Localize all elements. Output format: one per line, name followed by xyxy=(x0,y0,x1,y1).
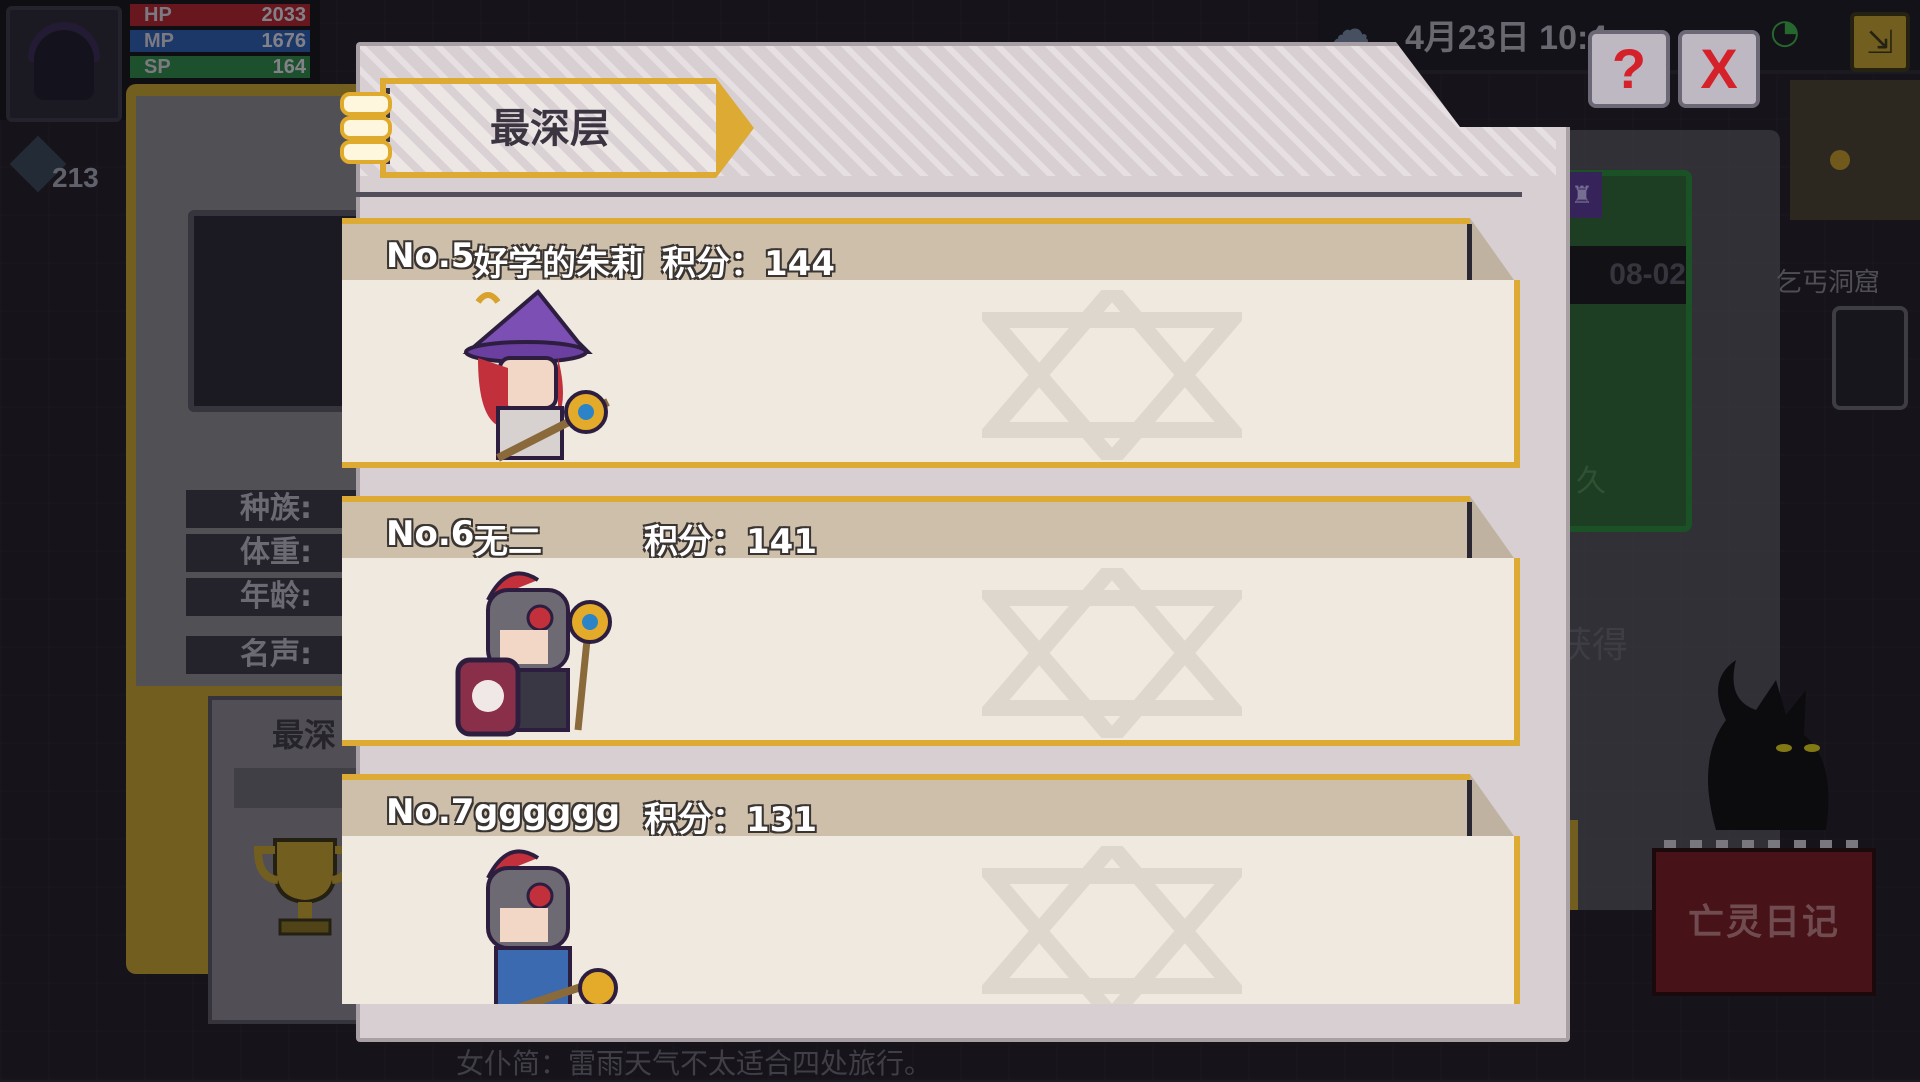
header-divider xyxy=(356,192,1522,197)
leaderboard-entry[interactable]: No.7 gggggg 积分：131 xyxy=(342,774,1520,1004)
leaderboard-list[interactable]: No.5 好学的朱莉 积分：144 No.6 无二 积分：141 No.7 gg… xyxy=(342,218,1520,1004)
entry-corner-fold xyxy=(1470,218,1514,280)
entry-rank: No.5 xyxy=(386,236,475,276)
helmet-knight-shield-avatar-icon xyxy=(455,571,612,737)
leaderboard-entry[interactable]: No.6 无二 积分：141 xyxy=(342,496,1520,754)
entry-player-name: gggggg xyxy=(474,792,621,832)
entry-corner-fold xyxy=(1470,774,1514,836)
entry-score: 积分：131 xyxy=(644,800,817,840)
close-button[interactable]: X xyxy=(1678,30,1760,108)
entry-player-name: 无二 xyxy=(474,522,542,562)
entry-score: 积分：141 xyxy=(644,522,817,562)
hexagram-watermark-icon xyxy=(982,568,1242,738)
hexagram-watermark-icon xyxy=(982,290,1242,460)
entry-corner-line xyxy=(1467,780,1472,838)
entry-header: No.5 好学的朱莉 积分：144 xyxy=(342,218,1470,286)
helmet-knight-staff-avatar-icon xyxy=(486,849,618,1004)
entry-corner-line xyxy=(1467,224,1472,282)
entry-corner-line xyxy=(1467,502,1472,560)
binder-ring xyxy=(340,140,392,164)
entry-header: No.6 无二 积分：141 xyxy=(342,496,1470,564)
entry-corner-fold xyxy=(1470,496,1514,558)
hexagram-watermark-icon xyxy=(982,846,1242,1004)
leaderboard-entry[interactable]: No.5 好学的朱莉 积分：144 xyxy=(342,218,1520,476)
entry-score: 积分：144 xyxy=(662,244,835,284)
binder-ring xyxy=(340,116,392,140)
entry-header: No.7 gggggg 积分：131 xyxy=(342,774,1470,842)
witch-mage-avatar-icon xyxy=(462,289,610,462)
entry-rank: No.6 xyxy=(386,514,475,554)
help-button[interactable]: ? xyxy=(1588,30,1670,108)
binder-ring xyxy=(340,92,392,116)
dialog-title: 最深层 xyxy=(490,106,610,152)
entry-player-name: 好学的朱莉 xyxy=(474,244,644,284)
entry-rank: No.7 xyxy=(386,792,475,832)
